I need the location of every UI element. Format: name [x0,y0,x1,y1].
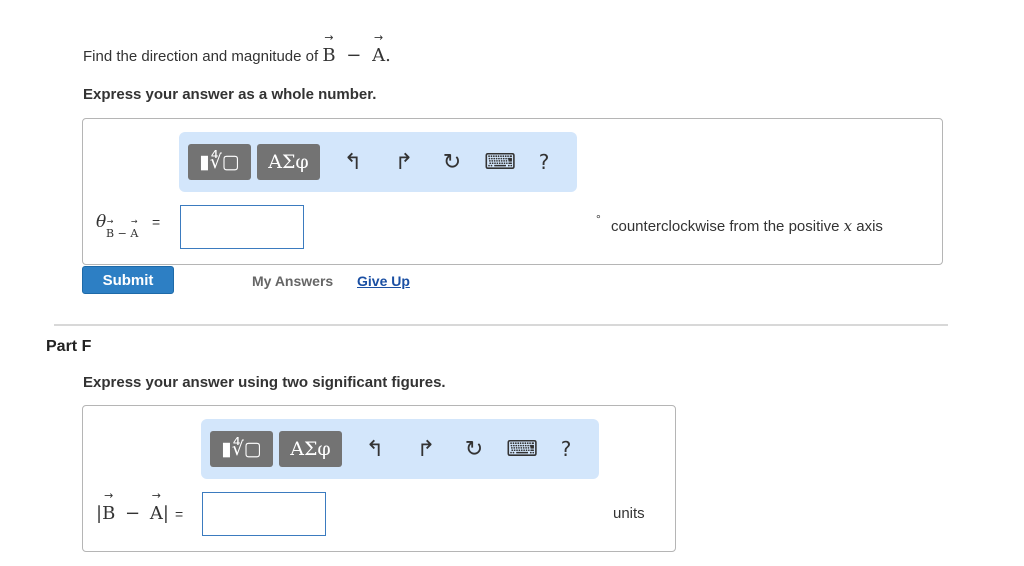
part-f-math-toolbar: ▮∜▢ ΑΣφ ↰ ↱ ↻ ⌨ ? [201,419,599,479]
period: . [385,45,391,66]
give-up-link[interactable]: Give Up [357,273,410,289]
vector-a: A [149,503,163,524]
submit-button[interactable]: Submit [82,266,174,294]
prompt-text: Find the direction and magnitude of [83,48,319,65]
help-button[interactable]: ? [547,431,585,467]
templates-button[interactable]: ▮∜▢ [210,431,273,467]
reset-icon[interactable]: ↻ [455,431,493,467]
greek-symbols-button[interactable]: ΑΣφ [279,431,342,467]
part-f-header[interactable]: Part F [46,338,91,356]
vector-b: B [102,503,116,524]
equals-sign: = [175,506,184,522]
degree-symbol: ° [596,212,601,226]
direction-units: counterclockwise from the positive x axi… [611,217,883,235]
minus-sign: − [346,45,362,66]
redo-icon[interactable]: ↱ [385,144,423,180]
help-button[interactable]: ? [525,144,563,180]
vector-expression: → B − → A. [322,31,391,66]
magnitude-units: units [613,505,645,522]
section-divider [54,324,948,326]
question-prompt: Find the direction and magnitude of → B −… [83,31,391,66]
templates-icon: ▮∜▢ [221,438,262,460]
equals-sign: = [152,214,161,230]
keyboard-icon[interactable]: ⌨ [503,431,541,467]
magnitude-input[interactable] [202,492,326,536]
theta-label: θ [96,212,107,232]
theta-subscript: → B − → A [106,217,139,241]
direction-input[interactable] [180,205,304,249]
greek-symbols-button[interactable]: ΑΣφ [257,144,320,180]
reset-icon[interactable]: ↻ [433,144,471,180]
my-answers-link[interactable]: My Answers [252,273,333,289]
templates-button[interactable]: ▮∜▢ [188,144,251,180]
part-e-instruction: Express your answer as a whole number. [83,86,377,103]
part-e-math-toolbar: ▮∜▢ ΑΣφ ↰ ↱ ↻ ⌨ ? [179,132,577,192]
magnitude-label: | → B − → A| [96,489,169,524]
vector-b: B [322,45,336,66]
undo-icon[interactable]: ↰ [334,144,372,180]
part-f-instruction: Express your answer using two significan… [83,374,446,391]
undo-icon[interactable]: ↰ [356,431,394,467]
templates-icon: ▮∜▢ [199,151,240,173]
keyboard-icon[interactable]: ⌨ [481,144,519,180]
redo-icon[interactable]: ↱ [407,431,445,467]
vector-a: A [372,45,386,66]
